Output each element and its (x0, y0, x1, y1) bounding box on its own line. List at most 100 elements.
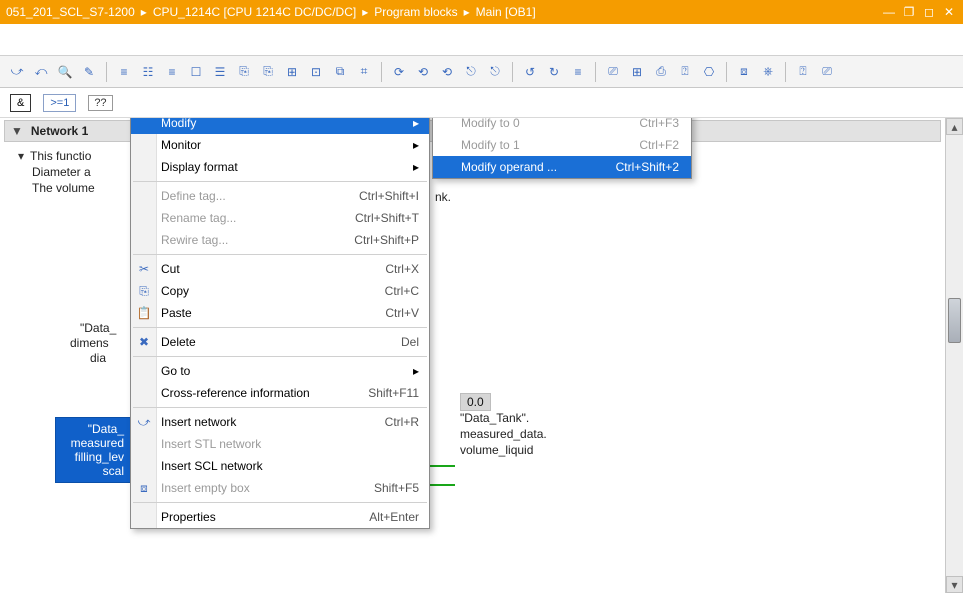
toolbar-btn-8[interactable]: ☐ (185, 61, 207, 83)
ctx-monitor[interactable]: Monitor ▸ (131, 134, 429, 156)
minimize-button[interactable]: — (881, 4, 897, 20)
toolbar-btn-19[interactable]: ⎋ (460, 61, 482, 83)
ctx-insscl-label: Insert SCL network (161, 459, 419, 473)
inst-and[interactable]: & (10, 94, 31, 112)
modify-submenu[interactable]: Modify to 0 Ctrl+F3 Modify to 1 Ctrl+F2 … (432, 118, 692, 179)
ctx-props-label: Properties (161, 510, 331, 524)
sub-modify-0: Modify to 0 Ctrl+F3 (433, 118, 691, 134)
comment-collapse-icon[interactable]: ▾ (18, 148, 24, 164)
ctx-sep (133, 502, 427, 503)
toolbar-sep (726, 62, 727, 82)
toolbar-btn-28[interactable]: ⎔ (698, 61, 720, 83)
output-text-2: measured_data. (460, 427, 547, 441)
ctx-xref-label: Cross-reference information (161, 386, 330, 400)
ctx-properties[interactable]: Properties Alt+Enter (131, 506, 429, 528)
restore-button[interactable]: ❐ (901, 4, 917, 20)
toolbar-btn-29[interactable]: ⧈ (733, 61, 755, 83)
toolbar-btn-26[interactable]: ⎙ (650, 61, 672, 83)
scroll-down-button[interactable]: ▾ (946, 576, 963, 593)
scroll-thumb[interactable] (948, 298, 961, 343)
toolbar-btn-2[interactable]: ⤺ (30, 61, 52, 83)
vertical-scrollbar[interactable]: ▴ ▾ (945, 118, 963, 593)
output-literal: 0.0 (460, 393, 491, 411)
toolbar-btn-7[interactable]: ≡ (161, 61, 183, 83)
paste-icon: 📋 (135, 306, 153, 320)
toolbar-sep (106, 62, 107, 82)
comment-fragment: nk. (435, 190, 451, 204)
context-menu[interactable]: Modify ▸ Monitor ▸ Display format ▸ Defi… (130, 118, 430, 529)
toolbar-btn-21[interactable]: ↺ (519, 61, 541, 83)
ctx-paste-hotkey: Ctrl+V (355, 306, 419, 320)
sub-modify-operand[interactable]: Modify operand ... Ctrl+Shift+2 (433, 156, 691, 178)
toolbar-btn-20[interactable]: ⎋ (484, 61, 506, 83)
ctx-copy[interactable]: ⎘ Copy Ctrl+C (131, 280, 429, 302)
breadcrumb: 051_201_SCL_S7-1200 ▸ CPU_1214C [CPU 121… (6, 5, 881, 19)
tag-line-2: measured (66, 436, 124, 450)
tag-dimens-label: dimens (70, 336, 109, 350)
sub-modify-1: Modify to 1 Ctrl+F2 (433, 134, 691, 156)
toolbar-btn-4[interactable]: ✎ (78, 61, 100, 83)
ctx-display-format[interactable]: Display format ▸ (131, 156, 429, 178)
toolbar-btn-11[interactable]: ⎘ (257, 61, 279, 83)
toolbar-btn-17[interactable]: ⟲ (412, 61, 434, 83)
ctx-delete-label: Delete (161, 335, 363, 349)
toolbar-btn-25[interactable]: ⊞ (626, 61, 648, 83)
crumb-main-ob1[interactable]: Main [OB1] (476, 5, 536, 19)
crumb-sep: ▸ (464, 5, 470, 19)
tag-line-3: filling_lev (66, 450, 124, 464)
ctx-delete-hotkey: Del (371, 335, 419, 349)
toolbar: ⤻ ⤺ 🔍 ✎ ≡ ☷ ≡ ☐ ☰ ⎘ ⎘ ⊞ ⊡ ⧉ ⌗ ⟳ ⟲ ⟲ ⎋ ⎋ … (0, 56, 963, 88)
ctx-goto[interactable]: Go to ▸ (131, 360, 429, 382)
ctx-rename-hotkey: Ctrl+Shift+T (325, 211, 419, 225)
toolbar-btn-15[interactable]: ⌗ (353, 61, 375, 83)
crumb-project[interactable]: 051_201_SCL_S7-1200 (6, 5, 135, 19)
selected-operand-tag[interactable]: "Data_ measured filling_lev scal (55, 417, 135, 483)
ctx-rewire-hotkey: Ctrl+Shift+P (324, 233, 419, 247)
ctx-delete[interactable]: ✖ Delete Del (131, 331, 429, 353)
toolbar-btn-13[interactable]: ⊡ (305, 61, 327, 83)
toolbar-btn-22[interactable]: ↻ (543, 61, 565, 83)
ctx-insempty-hotkey: Shift+F5 (344, 481, 419, 495)
ctx-modify[interactable]: Modify ▸ (131, 118, 429, 134)
toolbar-btn-27[interactable]: ⍰ (674, 61, 696, 83)
ctx-rename-label: Rename tag... (161, 211, 317, 225)
toolbar-btn-30[interactable]: ⎈ (757, 61, 779, 83)
ctx-xref[interactable]: Cross-reference information Shift+F11 (131, 382, 429, 404)
toolbar-btn-31[interactable]: ⍰ (792, 61, 814, 83)
toolbar-btn-23[interactable]: ≡ (567, 61, 589, 83)
crumb-sep: ▸ (362, 5, 368, 19)
ctx-insnet-hotkey: Ctrl+R (355, 415, 419, 429)
inst-unknown[interactable]: ?? (88, 95, 112, 111)
toolbar-btn-16[interactable]: ⟳ (388, 61, 410, 83)
toolbar-btn-24[interactable]: ⎚ (602, 61, 624, 83)
collapse-icon[interactable]: ▼ (11, 124, 23, 138)
ctx-rewire-tag: Rewire tag... Ctrl+Shift+P (131, 229, 429, 251)
close-button[interactable]: ✕ (941, 4, 957, 20)
ctx-paste[interactable]: 📋 Paste Ctrl+V (131, 302, 429, 324)
ctx-insert-scl[interactable]: Insert SCL network (131, 455, 429, 477)
scroll-up-button[interactable]: ▴ (946, 118, 963, 135)
toolbar-btn-9[interactable]: ☰ (209, 61, 231, 83)
toolbar-btn-14[interactable]: ⧉ (329, 61, 351, 83)
editor-canvas[interactable]: ▼ Network 1 ▾This functio Diameter a The… (0, 118, 945, 593)
ctx-monitor-label: Monitor (161, 138, 401, 152)
toolbar-btn-1[interactable]: ⤻ (6, 61, 28, 83)
titlebar: 051_201_SCL_S7-1200 ▸ CPU_1214C [CPU 121… (0, 0, 963, 24)
toolbar-btn-10[interactable]: ⎘ (233, 61, 255, 83)
ctx-cut[interactable]: ✂ Cut Ctrl+X (131, 258, 429, 280)
maximize-button[interactable]: ◻ (921, 4, 937, 20)
sub-mop-hotkey: Ctrl+Shift+2 (616, 160, 679, 174)
toolbar-btn-3[interactable]: 🔍 (54, 61, 76, 83)
inst-ge1[interactable]: >=1 (43, 94, 76, 112)
copy-icon: ⎘ (135, 284, 153, 299)
ctx-cut-label: Cut (161, 262, 347, 276)
toolbar-btn-18[interactable]: ⟲ (436, 61, 458, 83)
toolbar-btn-5[interactable]: ≡ (113, 61, 135, 83)
crumb-program-blocks[interactable]: Program blocks (374, 5, 457, 19)
toolbar-btn-12[interactable]: ⊞ (281, 61, 303, 83)
toolbar-btn-32[interactable]: ⎚ (816, 61, 838, 83)
network-title: Network 1 (31, 124, 88, 138)
crumb-cpu[interactable]: CPU_1214C [CPU 1214C DC/DC/DC] (153, 5, 356, 19)
toolbar-btn-6[interactable]: ☷ (137, 61, 159, 83)
ctx-insert-network[interactable]: ⤻ Insert network Ctrl+R (131, 411, 429, 433)
